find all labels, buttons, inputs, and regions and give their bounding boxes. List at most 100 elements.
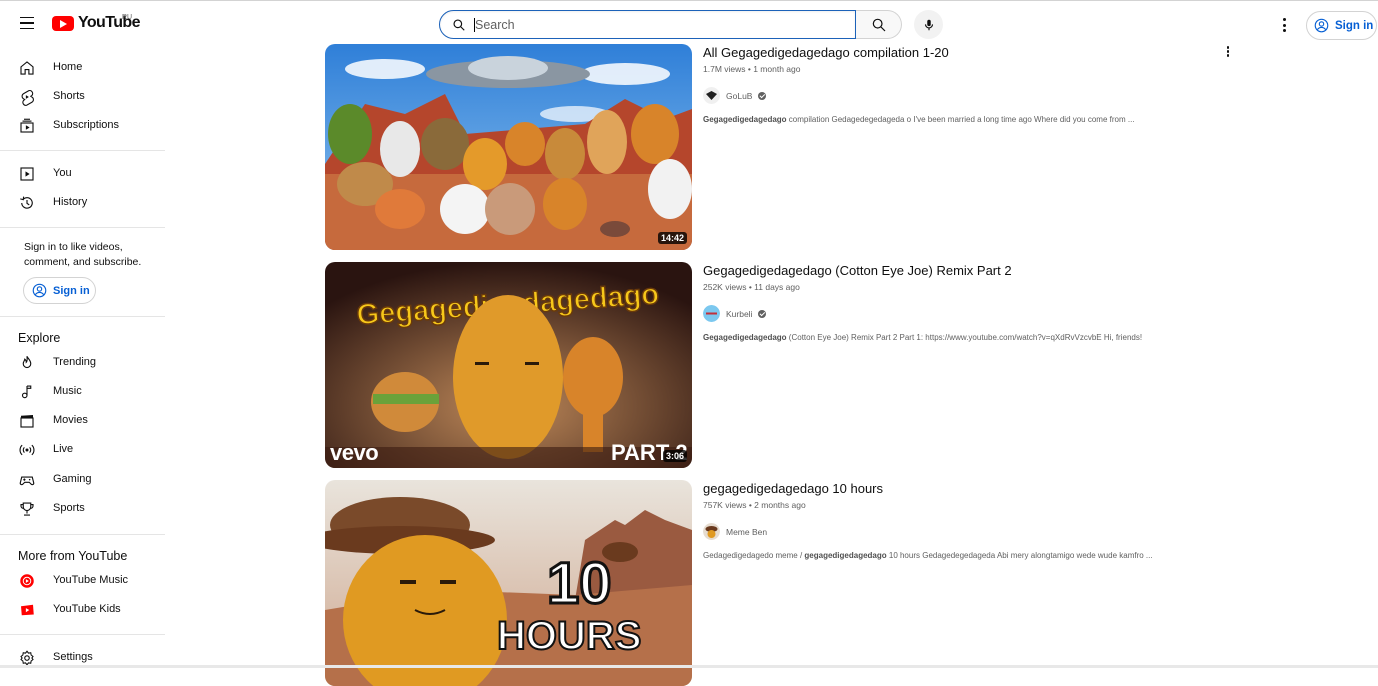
description-highlight: Gegagedigedagedago: [703, 115, 787, 124]
search-input[interactable]: Search: [439, 10, 856, 39]
dot: [1226, 50, 1230, 53]
video-title[interactable]: Gegagedigedagedago (Cotton Eye Joe) Remi…: [703, 263, 1012, 278]
sidebar-item-label: Settings: [53, 651, 93, 663]
video-title[interactable]: gegagedigedagedago 10 hours: [703, 481, 883, 496]
country-code: RU: [122, 14, 133, 21]
channel-link[interactable]: Kurbeli: [703, 305, 767, 322]
sidebar-item-home[interactable]: Home: [0, 53, 165, 82]
sidebar-item-label: Music: [53, 385, 82, 397]
video-thumbnail[interactable]: Gegagedigedagedago vevo PART 2 3:06: [325, 262, 692, 468]
microphone-icon: [924, 19, 933, 30]
video-duration: 3:06: [662, 450, 687, 462]
guide-sidebar: Home Shorts Subscriptions You History Si…: [0, 44, 165, 668]
thumbnail-image: Gegagedigedagedago: [325, 262, 692, 468]
view-count: 1.7M views: [703, 64, 746, 74]
sidebar-divider: [0, 634, 165, 635]
view-count: 757K views: [703, 500, 747, 510]
gaming-icon: [19, 476, 35, 486]
video-thumbnail[interactable]: 14:42: [325, 44, 692, 250]
sidebar-item-label: Home: [53, 61, 83, 73]
trending-icon: [22, 356, 32, 369]
sidebar-item-youtube-music[interactable]: YouTube Music: [0, 566, 165, 595]
movies-icon: [20, 415, 34, 428]
sidebar-item-you[interactable]: You: [0, 159, 165, 188]
view-count: 252K views: [703, 282, 747, 292]
sidebar-item-music[interactable]: Music: [0, 377, 165, 406]
sidebar-item-gaming[interactable]: Gaming: [0, 465, 165, 494]
thumbnail-hours-text: HOURS: [496, 613, 642, 659]
account-icon: [1314, 18, 1329, 33]
dot: [1226, 46, 1230, 49]
video-description-snippet: Gegagedigedagedago compilation Gedagedeg…: [703, 115, 1135, 124]
sidebar-item-label: You: [53, 167, 72, 179]
sidebar-item-youtube-kids[interactable]: YouTube Kids: [0, 595, 165, 624]
description-highlight: Gegagedigedagedago: [703, 333, 787, 342]
channel-avatar: [703, 523, 720, 540]
sidebar-item-history[interactable]: History: [0, 188, 165, 217]
shorts-icon: [21, 90, 34, 106]
signin-button[interactable]: Sign in: [1306, 11, 1377, 40]
masthead: YouTube RU Search Sign in: [0, 4, 1378, 44]
upload-age: 11 days ago: [754, 282, 800, 292]
search-icon: [872, 18, 885, 31]
dot: [1282, 29, 1286, 32]
channel-link[interactable]: Meme Ben: [703, 523, 767, 540]
description-text: 10 hours Gedagedegedageda Abi mery along…: [886, 551, 1153, 560]
dot: [1226, 54, 1230, 57]
video-metadata: 1.7M views • 1 month ago: [703, 64, 801, 74]
sidebar-item-sports[interactable]: Sports: [0, 494, 165, 523]
video-title[interactable]: All Gegagedigedagedago compilation 1-20: [703, 45, 949, 60]
video-metadata: 252K views • 11 days ago: [703, 282, 800, 292]
sidebar-item-trending[interactable]: Trending: [0, 348, 165, 377]
menu-icon-bar: [20, 27, 34, 30]
video-duration: 14:42: [657, 232, 687, 244]
signin-label: Sign in: [53, 284, 90, 297]
dot: [1282, 18, 1286, 21]
dot: [1282, 23, 1286, 27]
voice-search-button[interactable]: [914, 10, 943, 39]
live-icon: [19, 444, 35, 456]
video-thumbnail[interactable]: 10 HOURS: [325, 480, 692, 686]
sidebar-divider: [0, 227, 165, 228]
video-description-snippet: Gegagedigedagedago (Cotton Eye Joe) Remi…: [703, 333, 1142, 342]
sidebar-item-shorts[interactable]: Shorts: [0, 82, 165, 111]
description-highlight: gegagedigedagedago: [804, 551, 887, 560]
sidebar-divider: [0, 150, 165, 151]
sidebar-divider: [0, 316, 165, 317]
sidebar-item-label: History: [53, 196, 88, 208]
channel-name: GoLuB: [726, 90, 753, 101]
sidebar-item-label: Trending: [53, 356, 97, 368]
sidebar-item-movies[interactable]: Movies: [0, 406, 165, 435]
description-text: (Cotton Eye Joe) Remix Part 2 Part 1: ht…: [786, 333, 1143, 342]
verified-badge-icon: [758, 91, 767, 100]
search-icon: [453, 18, 465, 31]
sports-icon: [20, 502, 34, 516]
account-icon: [32, 283, 47, 298]
search-button[interactable]: [856, 10, 902, 39]
signin-label: Sign in: [1335, 19, 1374, 32]
youtube-music-icon: [20, 574, 34, 588]
sidebar-item-subscriptions[interactable]: Subscriptions: [0, 111, 165, 140]
sidebar-signin-button[interactable]: Sign in: [23, 277, 96, 304]
verified-badge-icon: [758, 309, 767, 318]
sidebar-item-label: Sports: [53, 502, 85, 514]
channel-name: Kurbeli: [726, 308, 753, 319]
guide-menu-button[interactable]: [16, 12, 38, 34]
video-action-menu-button[interactable]: [1223, 46, 1233, 60]
channel-link[interactable]: GoLuB: [703, 87, 767, 104]
sidebar-item-label: YouTube Music: [53, 574, 129, 586]
description-text: Gedagedigedagedo meme /: [703, 551, 805, 560]
video-metadata: 757K views • 2 months ago: [703, 500, 806, 510]
settings-more-button[interactable]: [1276, 16, 1292, 34]
subscriptions-icon: [20, 118, 34, 133]
thumbnail-image: [325, 44, 692, 250]
sidebar-item-live[interactable]: Live: [0, 435, 165, 464]
more-from-youtube-title: More from YouTube: [18, 549, 128, 563]
history-icon: [20, 196, 33, 209]
menu-icon-bar: [20, 16, 34, 19]
sidebar-item-label: Subscriptions: [53, 119, 120, 131]
vevo-logo: vevo: [330, 440, 379, 465]
youtube-play-icon: [52, 15, 74, 31]
search-box: Search: [439, 10, 902, 39]
explore-title: Explore: [18, 331, 61, 345]
